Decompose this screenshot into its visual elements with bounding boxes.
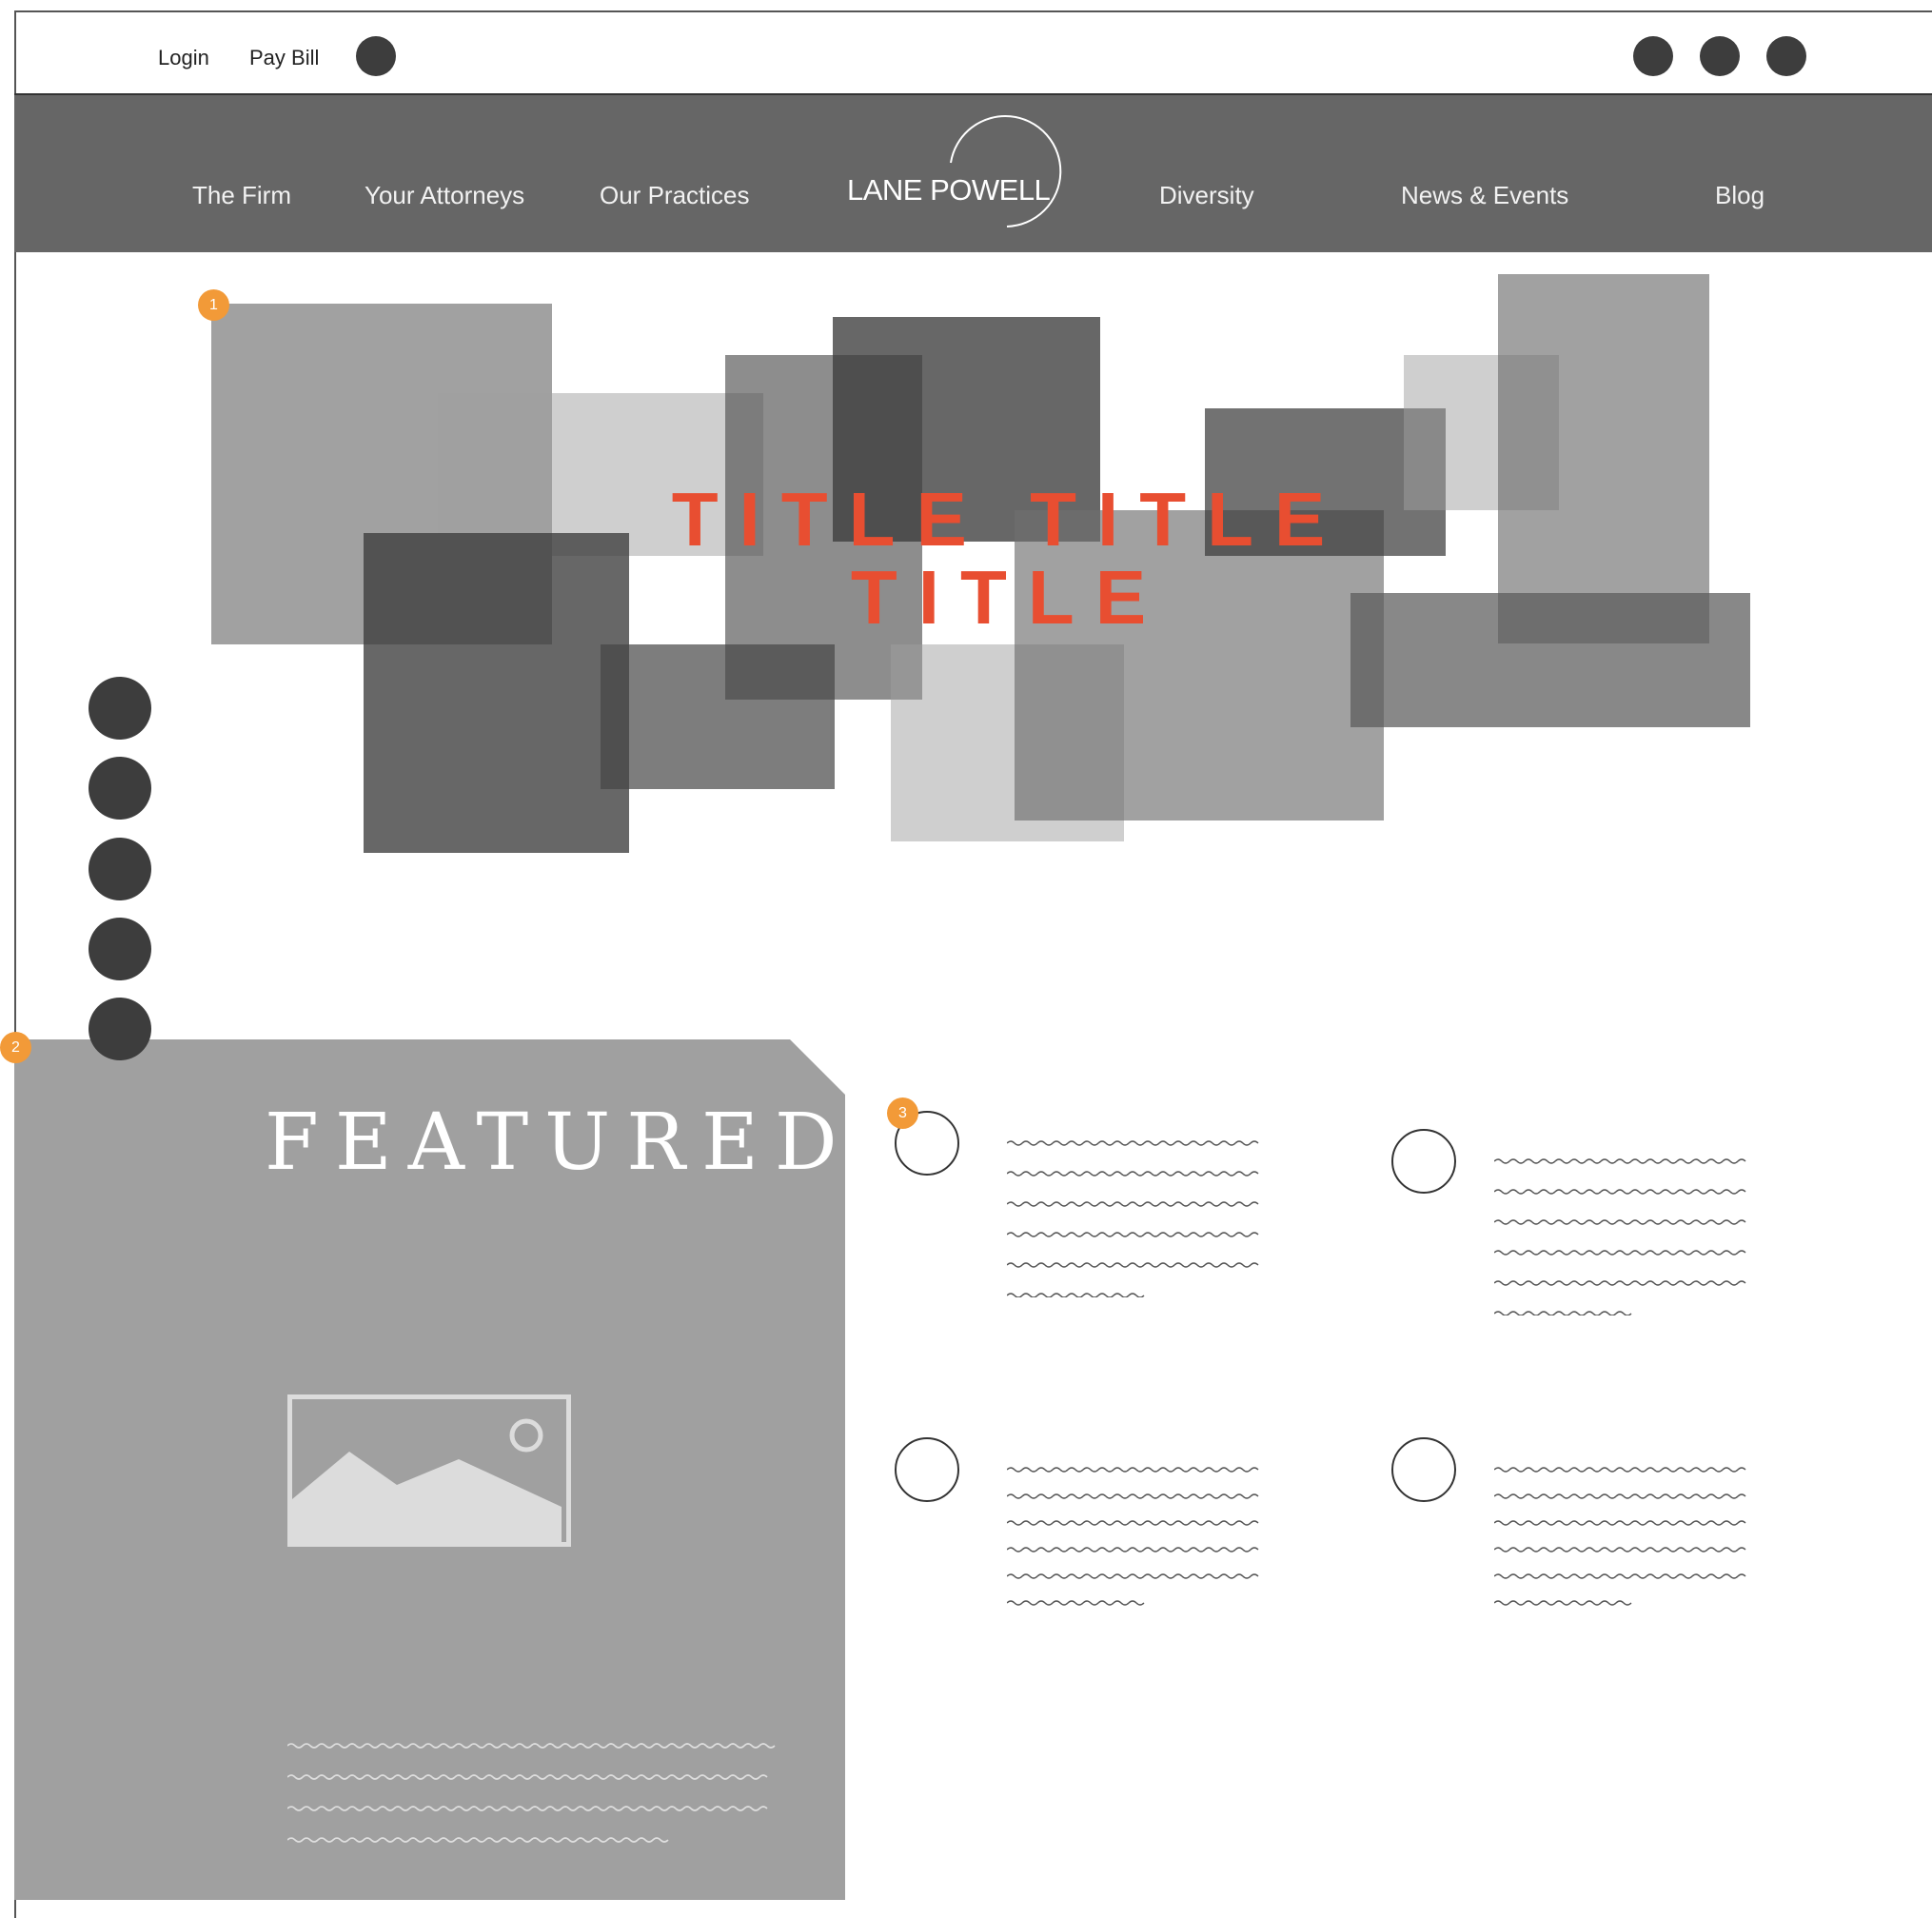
- annotation-marker-3: 3: [887, 1097, 918, 1129]
- hero-block: [1498, 274, 1709, 643]
- nav-item-your-attorneys[interactable]: Your Attorneys: [365, 181, 524, 210]
- nav-item-diversity[interactable]: Diversity: [1159, 181, 1254, 210]
- page-frame-top: [14, 10, 1932, 12]
- logo[interactable]: LANE POWELL: [847, 112, 1075, 236]
- side-social-icon-4[interactable]: [89, 918, 151, 980]
- hero-block: [601, 644, 835, 789]
- hero-title-line-1: TITLE TITLE: [671, 477, 1347, 562]
- pay-bill-link[interactable]: Pay Bill: [249, 46, 319, 70]
- news-item-text-1: [1007, 1140, 1259, 1297]
- image-placeholder-icon: [287, 1394, 571, 1547]
- nav-item-news-events[interactable]: News & Events: [1401, 181, 1568, 210]
- logo-text: LANE POWELL: [847, 173, 1051, 207]
- hero-title-line-2: TITLE: [850, 555, 1168, 640]
- login-link[interactable]: Login: [158, 46, 209, 70]
- side-social-icon-2[interactable]: [89, 757, 151, 820]
- social-icon-3[interactable]: [1766, 36, 1806, 76]
- annotation-marker-2: 2: [0, 1032, 31, 1063]
- side-social-icon-3[interactable]: [89, 838, 151, 900]
- social-icon-1[interactable]: [1633, 36, 1673, 76]
- nav-item-blog[interactable]: Blog: [1715, 181, 1764, 210]
- news-item-icon-3[interactable]: [895, 1437, 959, 1502]
- featured-text-placeholder: [287, 1743, 776, 1843]
- news-item-text-4: [1494, 1467, 1746, 1606]
- utility-icon[interactable]: [356, 36, 396, 76]
- side-social-icon-5[interactable]: [89, 998, 151, 1060]
- annotation-marker-1: 1: [198, 289, 229, 321]
- news-item-text-3: [1007, 1467, 1259, 1606]
- social-icon-2[interactable]: [1700, 36, 1740, 76]
- news-item-icon-2[interactable]: [1391, 1129, 1456, 1194]
- hero-title: TITLE TITLE TITLE: [533, 481, 1485, 637]
- news-item-text-2: [1494, 1158, 1746, 1315]
- news-item-icon-4[interactable]: [1391, 1437, 1456, 1502]
- nav-item-our-practices[interactable]: Our Practices: [600, 181, 750, 210]
- featured-title: FEATURED: [265, 1097, 854, 1188]
- nav-item-the-firm[interactable]: The Firm: [192, 181, 291, 210]
- side-social-icon-1[interactable]: [89, 677, 151, 740]
